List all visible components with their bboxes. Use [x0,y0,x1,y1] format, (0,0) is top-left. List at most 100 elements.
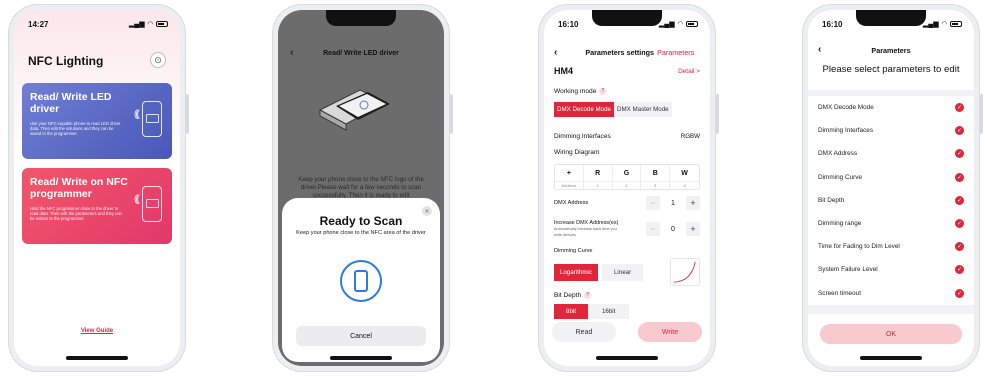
curve-preview-icon [670,258,700,286]
wiring-col: R1 [583,165,613,189]
nav-extra[interactable]: Parameters [657,48,694,57]
wiring-diagram: + Address R1 G2 B3 W4 [554,164,700,190]
card-title: Read/ Write LED driver [30,91,112,115]
settings-body: HM4 Detail > Working mode? DMX Decode Mo… [544,60,710,366]
minus-button[interactable]: − [646,222,660,236]
status-time: 16:10 [822,19,843,29]
signal-icon: ▂▄▆ [658,21,675,28]
list-item[interactable]: Dimming Interfaces ✓ [818,119,964,142]
card-read-write-led-driver[interactable]: Read/ Write LED driver Use your NFC-capa… [22,83,172,159]
curve-log-button[interactable]: Logarithmic [554,263,598,281]
back-icon[interactable]: ‹ [818,44,821,55]
list-item[interactable]: Screen timeout ✓ [818,282,964,305]
check-icon[interactable]: ✓ [955,126,964,136]
wiring-label-row: Wiring Diagram [554,149,700,156]
status-time: 14:27 [28,19,49,29]
wiring-col: B3 [641,165,671,189]
mode-master-button[interactable]: DMX Master Mode [614,102,672,117]
home-indicator [330,356,392,360]
check-icon[interactable]: ✓ [955,195,964,205]
check-icon[interactable]: ✓ [955,265,964,275]
list-item[interactable]: Time for Fading to Dim Level ✓ [818,235,964,258]
wifi-icon: ◠ [147,21,153,28]
working-mode-row: Working mode? [554,88,700,95]
nav-title: Parameters [871,46,911,55]
check-icon[interactable]: ✓ [955,149,964,159]
home-indicator [596,356,658,360]
status-bar: 16:10 ▂▄▆ ◠ [558,18,698,30]
view-guide-link[interactable]: View Guide [14,328,180,334]
card-read-write-nfc-programmer[interactable]: Read/ Write on NFC programmer Hold the N… [22,168,172,244]
check-icon[interactable]: ✓ [955,219,964,229]
help-icon[interactable]: ? [584,292,592,299]
home-indicator [860,356,922,360]
check-icon[interactable]: ✓ [955,242,964,252]
scan-screen: ‹ Read/ Write LED driver Keep your phone… [278,10,444,366]
nfc-waves-icon: ((( [134,194,140,205]
bit-8-button[interactable]: 8bit [554,304,588,319]
battery-icon [686,21,698,27]
card-desc: Hold the NFC programmer close to the dri… [30,206,122,222]
nav-title: Parameters settings [585,47,655,57]
mode-decode-button[interactable]: DMX Decode Mode [554,102,614,117]
signal-icon: ▂▄▆ [922,21,939,28]
wiring-col: W4 [670,165,699,189]
model-row: HM4 Detail > [554,66,700,76]
ok-button[interactable]: OK [820,324,962,344]
programmer-device-icon [142,186,162,222]
plus-button[interactable]: + [686,196,700,210]
wifi-icon: ◠ [941,21,947,28]
minus-button[interactable]: − [646,196,660,210]
list-item[interactable]: Dimming Curve ✓ [818,166,964,189]
status-bar: 16:10 ▂▄▆ ◠ [822,18,962,30]
battery-icon [156,21,168,27]
signal-icon: ▂▄▆ [128,21,145,28]
notch [326,10,396,26]
write-button[interactable]: Write [638,322,702,342]
select-prompt: Please select parameters to edit [822,64,960,75]
driver-phone-illustration-icon [318,89,390,131]
list-item[interactable]: DMX Address ✓ [818,142,964,165]
stepper-value[interactable]: 1 [660,200,686,207]
phone-parameters-select: 16:10 ▂▄▆ ◠ ‹ Parameters Please select pa… [802,4,983,372]
bit-depth-label: Bit Depth [554,292,582,299]
read-button[interactable]: Read [552,322,616,342]
dimming-interfaces-value: RGBW [680,133,700,140]
detail-link[interactable]: Detail > [678,68,700,75]
status-time: 16:10 [558,19,579,29]
working-mode-label: Working mode [554,88,597,95]
back-icon[interactable]: ‹ [554,47,557,58]
working-mode-segment: DMX Decode Mode DMX Master Mode [554,102,700,117]
phone-scan: ‹ Read/ Write LED driver Keep your phone… [272,4,453,372]
cancel-button[interactable]: Cancel [296,326,426,346]
action-bar: Read Write [552,322,702,342]
nav-bar: ‹ Parameters settings Parameters [554,46,702,58]
dimming-interfaces-label: Dimming Interfaces [554,133,611,140]
bit-16-button[interactable]: 16bit [587,304,630,319]
plus-button[interactable]: + [686,222,700,236]
increase-address-row: Increase DMX Address(es) Automatically i… [554,220,700,238]
nav-bar: ‹ Parameters [818,44,964,55]
list-item[interactable]: System Failure Level ✓ [818,258,964,281]
wiring-label: Wiring Diagram [554,149,600,156]
help-icon[interactable]: ? [599,88,607,95]
dimming-interfaces-row[interactable]: Dimming Interfaces RGBW [554,133,700,140]
list-item[interactable]: Bit Depth ✓ [818,189,964,212]
check-icon[interactable]: ✓ [955,103,964,113]
check-icon[interactable]: ✓ [955,288,964,298]
status-bar: 14:27 ▂▄▆ ◠ [28,18,168,30]
dmx-address-label: DMX Address [554,200,589,206]
list-item[interactable]: DMX Decode Mode ✓ [818,96,964,119]
check-icon[interactable]: ✓ [955,172,964,182]
sheet-subtitle: Keep your phone close to the NFC area of… [296,230,426,236]
settings-icon[interactable]: ⊙ [150,52,166,68]
curve-row: Logarithmic Linear [554,258,700,286]
curve-linear-button[interactable]: Linear [601,263,644,281]
curve-label: Dimming Curve [554,248,593,254]
battery-icon [950,21,962,27]
scan-phone-icon [340,260,382,302]
parameters-select-screen: 16:10 ▂▄▆ ◠ ‹ Parameters Please select pa… [808,10,974,366]
stepper-value[interactable]: 0 [660,226,686,233]
list-item[interactable]: Dimming range ✓ [818,212,964,235]
phone-home: 14:27 ▂▄▆ ◠ NFC Lighting ⊙ Read/ Write LE… [8,4,189,372]
